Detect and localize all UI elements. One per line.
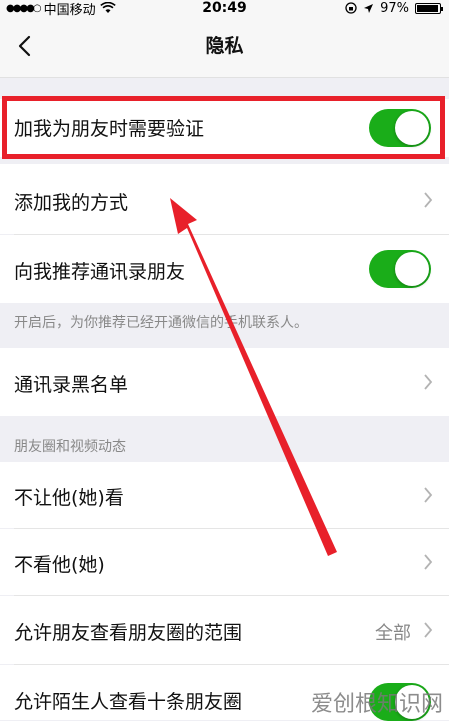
recommend-contacts-row[interactable]: 向我推荐通讯录朋友: [0, 235, 449, 303]
moments-section-header: 朋友圈和视频动态: [14, 439, 126, 455]
require-verification-toggle[interactable]: [369, 109, 431, 147]
chevron-right-icon: [424, 192, 433, 208]
add-me-methods-row[interactable]: 添加我的方式: [0, 164, 449, 234]
recommend-contacts-label: 向我推荐通讯录朋友: [14, 261, 186, 283]
nav-bar: 隐私: [0, 16, 449, 78]
require-verification-row[interactable]: 加我为朋友时需要验证: [0, 99, 449, 157]
status-right: 97%: [345, 0, 443, 16]
hide-my-posts-row[interactable]: 不让他(她)看: [0, 462, 449, 528]
moments-range-row[interactable]: 允许朋友查看朋友圈的范围 全部: [0, 596, 449, 664]
moments-range-label: 允许朋友查看朋友圈的范围: [14, 622, 243, 644]
chevron-right-icon: [424, 487, 433, 503]
blacklist-label: 通讯录黑名单: [14, 374, 129, 396]
toggle-knob: [395, 111, 429, 145]
chevron-right-icon: [424, 554, 433, 570]
location-arrow-icon: [364, 3, 374, 13]
require-verification-label: 加我为朋友时需要验证: [14, 118, 205, 140]
hide-their-posts-label: 不看他(她): [14, 554, 105, 576]
hide-my-posts-label: 不让他(她)看: [14, 487, 124, 509]
recommend-contacts-hint: 开启后，为你推荐已经开通微信的手机联系人。: [14, 315, 308, 331]
hide-their-posts-row[interactable]: 不看他(她): [0, 529, 449, 595]
add-me-methods-label: 添加我的方式: [14, 192, 129, 214]
rotation-lock-icon: [345, 2, 357, 14]
page-title: 隐私: [205, 35, 244, 57]
blacklist-row[interactable]: 通讯录黑名单: [0, 348, 449, 416]
battery-icon: [415, 2, 443, 14]
watermark-logo: 爱创根知识网: [310, 692, 443, 717]
chevron-right-icon: [424, 374, 433, 390]
moments-range-value: 全部: [375, 623, 411, 644]
battery-fill: [417, 4, 439, 12]
chevron-right-icon: [424, 622, 433, 638]
toggle-knob: [395, 252, 429, 286]
status-bar: ●●●●○ 中国移动 20:49 97%: [0, 0, 449, 18]
battery-percent: 97%: [380, 0, 409, 16]
stranger-ten-posts-label: 允许陌生人查看十条朋友圈: [14, 691, 243, 713]
recommend-contacts-toggle[interactable]: [369, 250, 431, 288]
